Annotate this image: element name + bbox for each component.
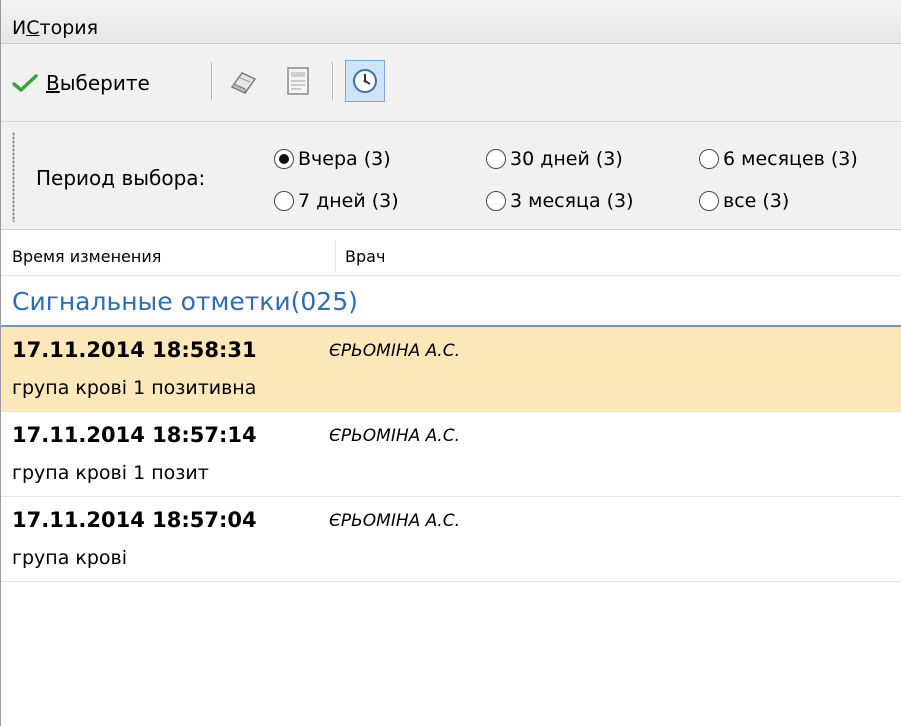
radio-circle [274, 191, 294, 211]
select-button-label: Выберите [46, 71, 150, 95]
record-text: група крові [12, 547, 128, 569]
radio-30-days[interactable]: 30 дней (3) [486, 148, 623, 170]
column-header-doctor[interactable]: Врач [345, 247, 385, 266]
document-icon [287, 67, 309, 95]
clock-icon [353, 69, 377, 93]
group-title: Сигнальные отметки(025) [12, 287, 358, 316]
table-header: Время изменения Врач [1, 236, 901, 276]
checkmark-icon [12, 74, 38, 92]
group-header[interactable]: Сигнальные отметки(025) [1, 277, 901, 327]
select-button[interactable]: Выберите [12, 66, 150, 100]
radio-circle [699, 149, 719, 169]
toolbar-separator [332, 62, 334, 100]
table-row[interactable]: 17.11.2014 18:57:04 ЄРЬОМІНА А.С. група … [1, 497, 901, 582]
document-button[interactable] [278, 60, 318, 102]
record-datetime: 17.11.2014 18:57:14 [12, 423, 257, 447]
clear-button[interactable] [223, 60, 263, 102]
record-doctor: ЄРЬОМІНА А.С. [329, 341, 460, 361]
period-panel: Период выбора: Вчера (3) 30 дней (3) 6 м… [1, 122, 901, 230]
record-datetime: 17.11.2014 18:57:04 [12, 508, 257, 532]
panel-grip[interactable] [12, 132, 15, 222]
radio-all[interactable]: все (3) [699, 190, 789, 212]
eraser-icon [230, 72, 257, 94]
radio-circle [486, 149, 506, 169]
period-label: Период выбора: [36, 166, 206, 190]
record-doctor: ЄРЬОМІНА А.С. [329, 426, 460, 446]
toolbar: Выберите [1, 44, 901, 122]
radio-7-days[interactable]: 7 дней (3) [274, 190, 399, 212]
toolbar-separator [211, 62, 213, 100]
record-doctor: ЄРЬОМІНА А.С. [329, 511, 460, 531]
title-bar: ИСтория [1, 0, 901, 44]
radio-6-months[interactable]: 6 месяцев (3) [699, 148, 858, 170]
record-datetime: 17.11.2014 18:58:31 [12, 338, 257, 362]
history-period-button[interactable] [345, 60, 385, 102]
history-window: ИСтория Выберите Период выбора: Вчера (3… [0, 0, 901, 726]
window-title: ИСтория [12, 17, 99, 39]
radio-circle [274, 149, 294, 169]
radio-circle [699, 191, 719, 211]
table-row[interactable]: 17.11.2014 18:58:31 ЄРЬОМІНА А.С. група … [1, 327, 901, 412]
radio-selected-dot [279, 154, 289, 164]
radio-yesterday[interactable]: Вчера (3) [274, 148, 391, 170]
table-row[interactable]: 17.11.2014 18:57:14 ЄРЬОМІНА А.С. група … [1, 412, 901, 497]
radio-3-months[interactable]: 3 месяца (3) [486, 190, 634, 212]
radio-circle [486, 191, 506, 211]
record-text: група крові 1 позит [12, 462, 209, 484]
column-divider[interactable] [335, 240, 336, 272]
record-text: група крові 1 позитивна [12, 377, 257, 399]
column-header-time[interactable]: Время изменения [12, 247, 161, 266]
